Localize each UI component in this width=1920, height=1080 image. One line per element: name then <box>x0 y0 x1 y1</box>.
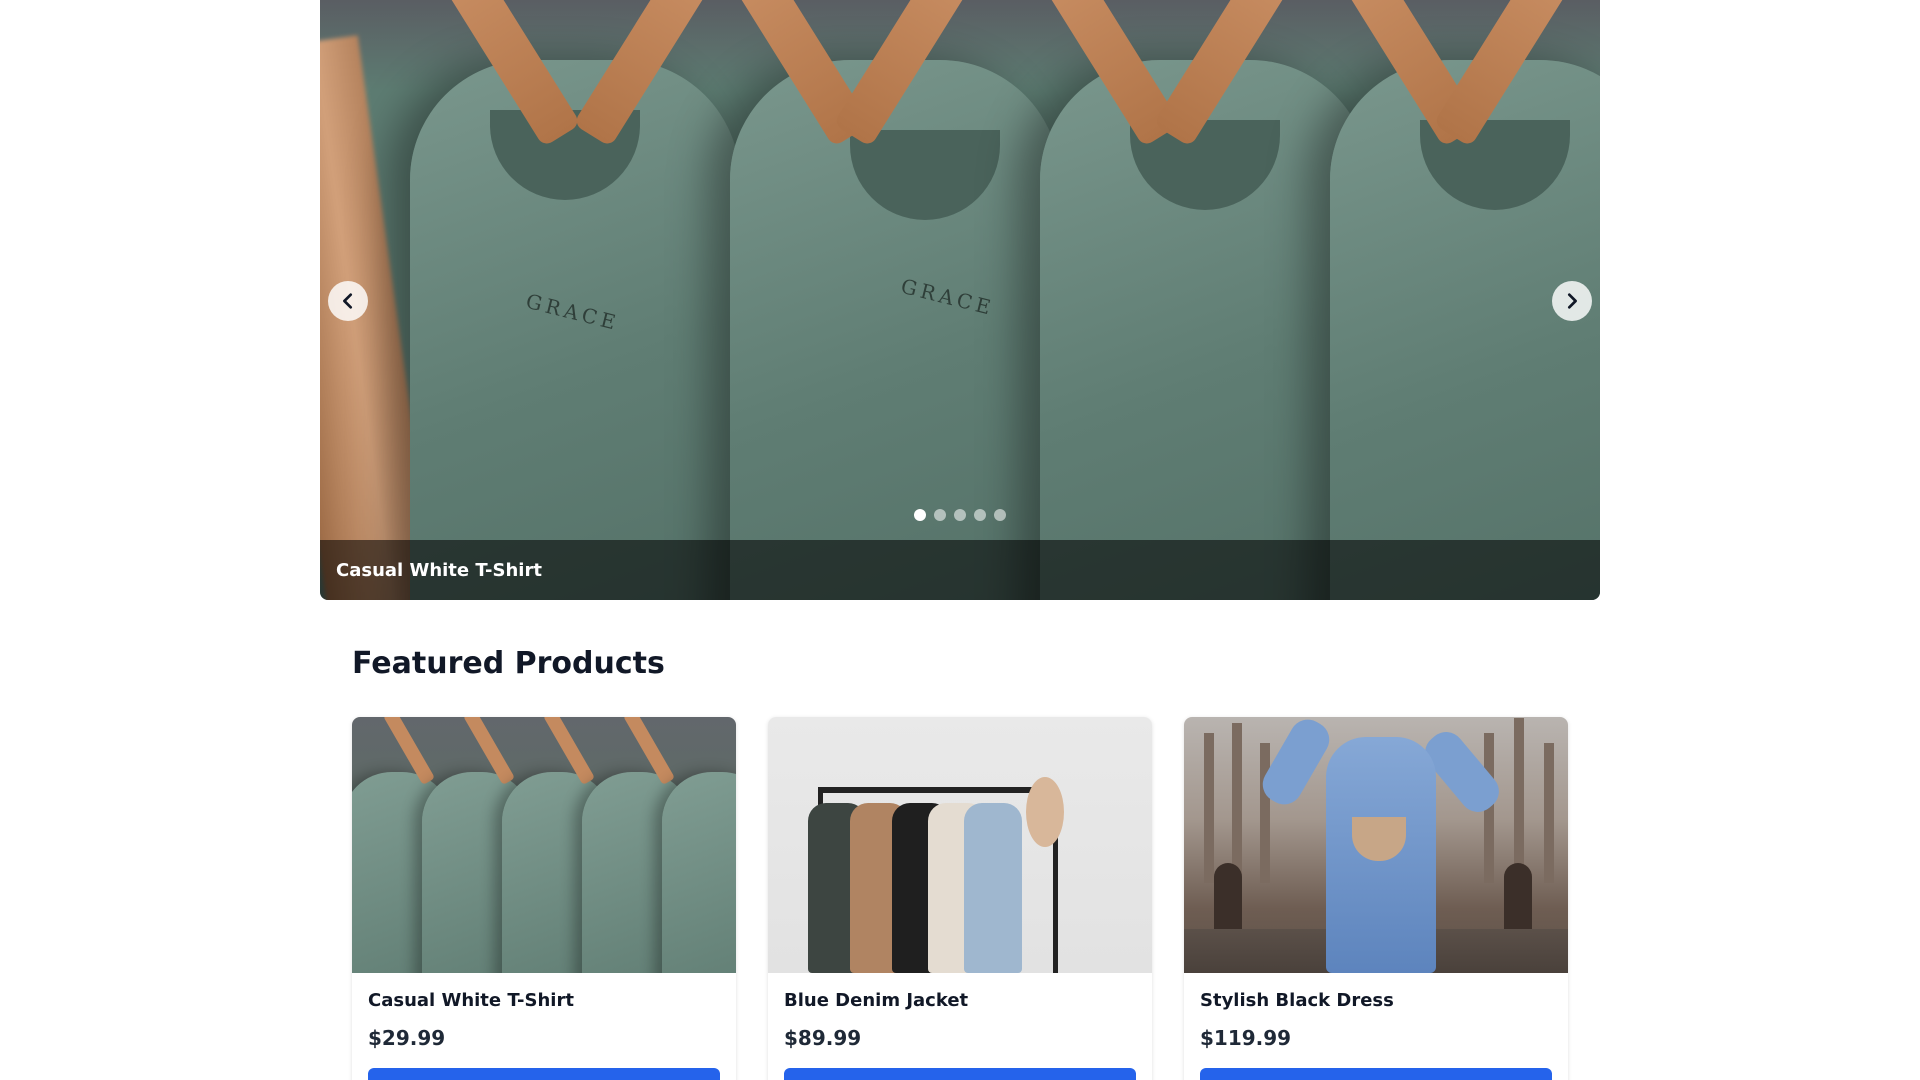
carousel-dot[interactable] <box>974 509 986 521</box>
add-to-cart-button[interactable] <box>1200 1068 1552 1080</box>
product-name[interactable]: Casual White T-Shirt <box>368 990 574 1011</box>
page: GRACE GRACE Casual White T-Shirt Feature… <box>0 0 1920 1080</box>
carousel-caption-bar: Casual White T-Shirt <box>320 540 1600 600</box>
carousel-caption: Casual White T-Shirt <box>336 559 542 581</box>
carousel-dot[interactable] <box>934 509 946 521</box>
product-card[interactable]: Blue Denim Jacket $89.99 <box>768 717 1152 1080</box>
product-price: $29.99 <box>368 1026 446 1050</box>
carousel-dot[interactable] <box>914 509 926 521</box>
product-price: $119.99 <box>1200 1026 1292 1050</box>
product-image[interactable] <box>768 717 1152 973</box>
product-image[interactable] <box>1184 717 1568 973</box>
carousel-dot[interactable] <box>994 509 1006 521</box>
carousel-indicators <box>320 509 1600 521</box>
add-to-cart-button[interactable] <box>784 1068 1136 1080</box>
product-price: $89.99 <box>784 1026 862 1050</box>
chevron-right-icon <box>1567 293 1577 309</box>
hero-carousel: GRACE GRACE Casual White T-Shirt <box>320 0 1600 600</box>
product-name[interactable]: Stylish Black Dress <box>1200 990 1394 1011</box>
carousel-dot[interactable] <box>954 509 966 521</box>
carousel-next-button[interactable] <box>1552 281 1592 321</box>
carousel-prev-button[interactable] <box>328 281 368 321</box>
product-name[interactable]: Blue Denim Jacket <box>784 990 968 1011</box>
product-grid: Casual White T-Shirt $29.99 Blue Denim J… <box>352 717 1568 1080</box>
add-to-cart-button[interactable] <box>368 1068 720 1080</box>
chevron-left-icon <box>343 293 353 309</box>
product-card[interactable]: Casual White T-Shirt $29.99 <box>352 717 736 1080</box>
product-card[interactable]: Stylish Black Dress $119.99 <box>1184 717 1568 1080</box>
product-image[interactable] <box>352 717 736 973</box>
section-title: Featured Products <box>352 646 665 681</box>
